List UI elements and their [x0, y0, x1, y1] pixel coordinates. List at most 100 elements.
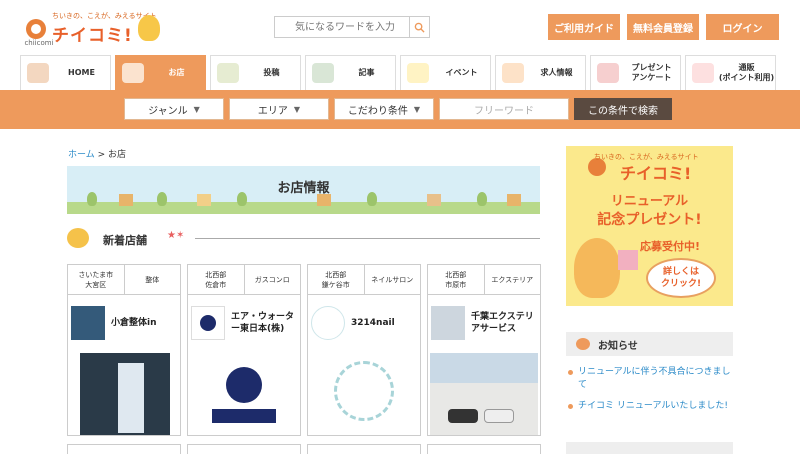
register-button[interactable]: 無料会員登録 [627, 14, 699, 40]
card-tags: 北西部 佐倉市 ガスコンロ [188, 265, 300, 295]
breadcrumb-separator: > [94, 150, 108, 160]
search-submit-button[interactable]: この条件で検索 [574, 98, 672, 120]
banner-ground [67, 202, 540, 214]
shop-logo [311, 306, 345, 340]
card-tags: さいたま市 大宮区 整体 [68, 265, 180, 295]
shop-photo [190, 353, 298, 435]
section-header: 新着店舗 ★✶ [67, 226, 540, 250]
card-name-row: 小倉整体in [68, 295, 180, 351]
gift-icon [597, 63, 619, 83]
gift-icon [618, 250, 638, 270]
search-button[interactable] [409, 17, 429, 37]
card-area: 北西部 市原市 [445, 270, 467, 289]
site-logo[interactable]: chiicomi ちいきの、こえが、みえるサイト チイコミ! [24, 11, 166, 47]
speech-bubble-icon [576, 338, 590, 350]
nav-item-article[interactable]: 記事 [305, 55, 396, 90]
section-divider [195, 238, 540, 239]
genre-select[interactable]: ジャンル ▼ [124, 98, 224, 120]
stars-icon [407, 63, 429, 83]
shop-card[interactable] [67, 444, 181, 454]
nav-item-shop[interactable]: お店 [115, 55, 206, 90]
card-name-row: 千葉エクステリ アサービス [428, 295, 540, 351]
news-item[interactable]: チイコミ リニューアルいたしました! [566, 400, 733, 413]
search-box [274, 16, 430, 38]
shop-card[interactable] [427, 444, 541, 454]
logo-sub: chiicomi [24, 39, 54, 47]
card-category: ガスコンロ [243, 265, 301, 294]
shop-logo [71, 306, 105, 340]
news-header: お知らせ [566, 332, 733, 356]
nav-label: 投稿 [263, 68, 280, 77]
car [484, 409, 514, 423]
mascot-icon [574, 238, 620, 298]
breadcrumb-home[interactable]: ホーム [68, 150, 95, 160]
news-list: リニューアルに伴う不具合につきまして チイコミ リニューアルいたしました! [566, 366, 733, 421]
banner-brand: チイコミ! [620, 164, 692, 183]
banner-bubble: 詳しくは クリック! [646, 258, 716, 298]
news-item[interactable]: リニューアルに伴う不具合につきまして [566, 366, 733, 392]
conditions-select[interactable]: こだわり条件 ▼ [334, 98, 434, 120]
card-name-row: エア・ウォータ ー東日本(株) [188, 295, 300, 351]
card-area: 北西部 鎌ケ谷市 [321, 270, 350, 289]
mascot-icon [67, 228, 89, 248]
nav-item-jobs[interactable]: 求人情報 [495, 55, 586, 90]
logo-brand: チイコミ! [52, 26, 133, 46]
area-select[interactable]: エリア ▼ [229, 98, 329, 120]
stars-icon: ★✶ [167, 230, 185, 241]
building [430, 383, 538, 435]
shop-card[interactable] [187, 444, 301, 454]
shop-card[interactable]: さいたま市 大宮区 整体 小倉整体in [67, 264, 181, 436]
cart-icon [692, 63, 714, 83]
card-name-row: 3214nail [308, 295, 420, 351]
article-icon [312, 63, 334, 83]
person-icon [502, 63, 524, 83]
nav-item-shopping[interactable]: 通販 (ポイント利用) [685, 55, 776, 90]
login-button[interactable]: ログイン [706, 14, 779, 40]
chevron-down-icon: ▼ [193, 104, 200, 114]
car [448, 409, 478, 423]
card-category: 整体 [123, 265, 181, 294]
card-area: さいたま市 大宮区 [78, 270, 114, 289]
conditions-label: こだわり条件 [347, 105, 408, 117]
search-input[interactable] [275, 17, 409, 37]
card-area: 北西部 佐倉市 [205, 270, 227, 289]
nav-item-event[interactable]: イベント [400, 55, 491, 90]
brand-wordmark [212, 409, 276, 423]
card-tags: 北西部 鎌ケ谷市 ネイルサロン [308, 265, 420, 295]
nav-item-present[interactable]: プレゼント アンケート [590, 55, 681, 90]
filter-bar: ジャンル ▼ エリア ▼ こだわり条件 ▼ フリーワード この条件で検索 [124, 98, 672, 120]
shop-card[interactable]: 北西部 市原市 エクステリア 千葉エクステリ アサービス [427, 264, 541, 436]
main-nav: HOME お店 投稿 記事 イベント 求人情報 プレゼント アンケート 通販 (… [20, 55, 782, 90]
nav-item-post[interactable]: 投稿 [210, 55, 301, 90]
shop-card[interactable]: 北西部 鎌ケ谷市 ネイルサロン 3214nail [307, 264, 421, 436]
mascot-icon [138, 15, 160, 41]
news-title: お知らせ [598, 340, 638, 352]
site-header: chiicomi ちいきの、こえが、みえるサイト チイコミ! ご利用ガイド 無料… [0, 0, 800, 52]
nav-label: 通販 (ポイント利用) [718, 63, 775, 82]
shop-icon [122, 63, 144, 83]
brand-logo-icon [226, 367, 262, 403]
logo-mark-icon [26, 19, 46, 39]
nav-label: お店 [168, 68, 185, 77]
card-tags: 北西部 市原市 エクステリア [428, 265, 540, 295]
card-name: 千葉エクステリ アサービス [471, 312, 534, 334]
shop-card[interactable]: 北西部 佐倉市 ガスコンロ エア・ウォータ ー東日本(株) [187, 264, 301, 436]
banner-line1: リニューアル [610, 194, 689, 209]
nav-item-home[interactable]: HOME [20, 55, 111, 90]
card-category: エクステリア [483, 265, 541, 294]
search-icon [414, 22, 425, 33]
freeword-input[interactable]: フリーワード [439, 98, 569, 120]
card-name: 小倉整体in [111, 318, 157, 328]
card-category: ネイルサロン [363, 265, 421, 294]
guide-button[interactable]: ご利用ガイド [548, 14, 620, 40]
shop-card[interactable] [307, 444, 421, 454]
renewal-campaign-banner[interactable]: ちいきの、こえが、みえるサイト チイコミ! リニューアル 記念プレゼント! 応募… [566, 146, 733, 306]
nav-label: プレゼント アンケート [631, 63, 672, 82]
banner-line2: 記念プレゼント! [597, 212, 702, 228]
sidebar-next-section [566, 442, 733, 454]
nav-label: 求人情報 [540, 68, 573, 77]
breadcrumb: ホーム > お店 [68, 147, 126, 160]
nav-label: イベント [445, 68, 478, 77]
banner-line3: 応募受付中! [640, 240, 701, 253]
section-title: 新着店舗 [103, 234, 147, 247]
